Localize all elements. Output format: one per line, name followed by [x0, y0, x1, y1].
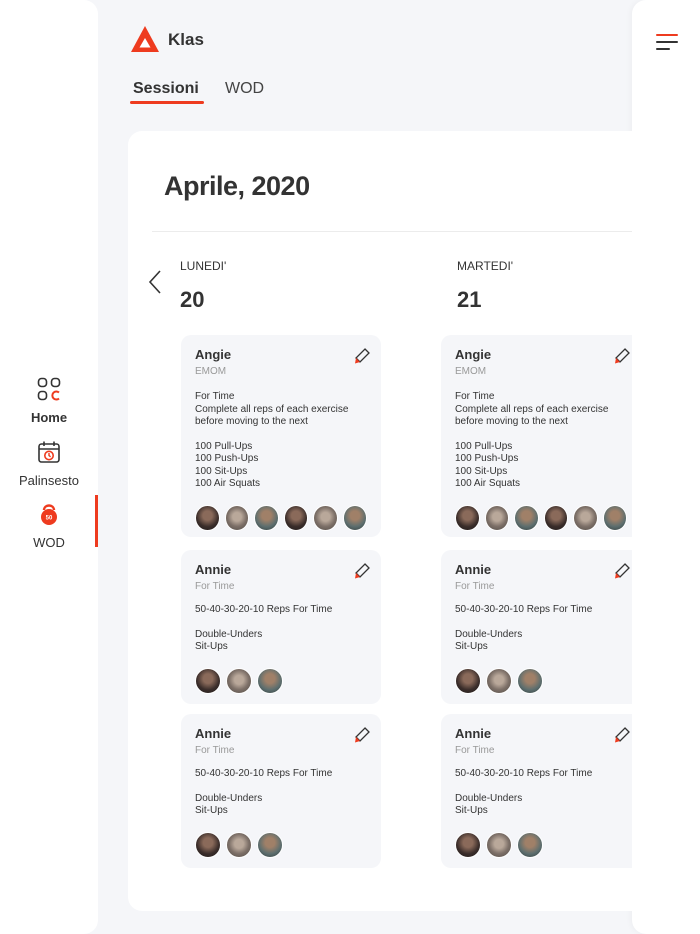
edit-pencil-icon[interactable]	[353, 562, 371, 585]
avatar	[455, 504, 480, 531]
avatar	[226, 831, 252, 858]
wod-exercises: 100 Pull-Ups 100 Push-Ups 100 Sit-Ups 10…	[195, 440, 261, 490]
avatar	[257, 831, 283, 858]
avatar	[224, 504, 249, 531]
wod-exercises: Double-Unders Sit-Ups	[195, 628, 263, 653]
avatar	[342, 504, 367, 531]
svg-text:50: 50	[46, 516, 53, 522]
wod-card[interactable]: Annie For Time 50-40-30-20-10 Reps For T…	[181, 550, 381, 704]
nav-wod[interactable]: 50 WOD	[0, 502, 98, 550]
participant-avatars	[455, 667, 627, 694]
participant-avatars	[455, 831, 627, 858]
avatar	[226, 667, 252, 694]
wod-description: 50-40-30-20-10 Reps For Time	[455, 604, 593, 615]
wod-card[interactable]: Annie For Time 50-40-30-20-10 Reps For T…	[441, 550, 632, 704]
divider	[152, 231, 632, 232]
participant-avatars	[195, 831, 367, 858]
kettlebell-icon: 50	[38, 502, 60, 531]
avatar	[517, 831, 543, 858]
wod-title: Annie	[455, 562, 492, 577]
edit-pencil-icon[interactable]	[613, 726, 631, 749]
avatar	[313, 504, 338, 531]
wod-card[interactable]: Angie EMOM For Time Complete all reps of…	[441, 335, 632, 537]
edit-pencil-icon[interactable]	[613, 347, 631, 370]
wod-card[interactable]: Angie EMOM For Time Complete all reps of…	[181, 335, 381, 537]
active-tab-underline	[130, 101, 204, 104]
wod-exercises: Double-Unders Sit-Ups	[455, 628, 523, 653]
day-column-monday: LUNEDI' 20	[180, 259, 226, 313]
avatar	[455, 667, 481, 694]
wod-type: For Time	[455, 581, 495, 592]
avatar	[195, 504, 220, 531]
day-name: LUNEDI'	[180, 259, 227, 273]
day-column-tuesday: MARTEDI' 21	[457, 259, 513, 313]
nav-palinsesto-label: Palinsesto	[19, 473, 79, 488]
wod-exercises: Double-Unders Sit-Ups	[195, 792, 263, 817]
tab-sessioni[interactable]: Sessioni	[133, 80, 199, 98]
nav-home[interactable]: Home	[0, 377, 98, 425]
wod-title: Angie	[455, 347, 492, 362]
wod-type: For Time	[195, 581, 235, 592]
avatar	[195, 831, 221, 858]
avatar	[484, 504, 509, 531]
wod-exercises: Double-Unders Sit-Ups	[455, 792, 523, 817]
wod-card[interactable]: Annie For Time 50-40-30-20-10 Reps For T…	[181, 714, 381, 868]
home-grid-icon	[37, 377, 61, 406]
avatar	[486, 667, 512, 694]
right-panel	[632, 0, 700, 934]
wod-card[interactable]: Annie For Time 50-40-30-20-10 Reps For T…	[441, 714, 632, 868]
logo-icon	[130, 24, 160, 59]
avatar	[517, 667, 543, 694]
wod-description: 50-40-30-20-10 Reps For Time	[195, 604, 333, 615]
avatar	[195, 667, 221, 694]
participant-avatars	[195, 667, 367, 694]
avatar	[573, 504, 598, 531]
wod-exercises: 100 Pull-Ups 100 Push-Ups 100 Sit-Ups 10…	[455, 440, 521, 490]
nav-wod-label: WOD	[33, 535, 65, 550]
chevron-left-icon[interactable]	[148, 269, 162, 300]
wod-type: EMOM	[455, 366, 487, 377]
active-indicator	[95, 495, 98, 547]
wod-type: For Time	[195, 745, 235, 756]
avatar	[455, 831, 481, 858]
edit-pencil-icon[interactable]	[353, 726, 371, 749]
day-name: MARTEDI'	[457, 259, 514, 273]
avatar	[486, 831, 512, 858]
wod-type: EMOM	[195, 366, 227, 377]
avatar	[602, 504, 627, 531]
calendar-card: Aprile, 2020 LUNEDI' 20 MARTEDI' 21 Angi…	[128, 131, 632, 911]
edit-pencil-icon[interactable]	[353, 347, 371, 370]
menu-icon[interactable]	[656, 34, 678, 55]
participant-avatars	[455, 504, 627, 531]
wod-title: Annie	[455, 726, 492, 741]
wod-title: Annie	[195, 562, 232, 577]
brand-name: Klas	[168, 30, 204, 49]
wod-description: For Time Complete all reps of each exerc…	[455, 391, 609, 427]
calendar-icon	[37, 440, 61, 469]
day-number: 20	[180, 287, 205, 312]
nav-home-label: Home	[30, 410, 68, 425]
wod-title: Angie	[195, 347, 232, 362]
avatar	[254, 504, 279, 531]
wod-description: For Time Complete all reps of each exerc…	[195, 391, 349, 427]
nav-palinsesto[interactable]: Palinsesto	[0, 440, 98, 488]
month-title: Aprile, 2020	[164, 171, 310, 201]
wod-title: Annie	[195, 726, 232, 741]
avatar	[514, 504, 539, 531]
participant-avatars	[195, 504, 367, 531]
avatar	[257, 667, 283, 694]
avatar	[543, 504, 568, 531]
avatar	[283, 504, 308, 531]
wod-description: 50-40-30-20-10 Reps For Time	[455, 768, 593, 779]
wod-description: 50-40-30-20-10 Reps For Time	[195, 768, 333, 779]
day-number: 21	[457, 287, 482, 312]
tab-wod[interactable]: WOD	[225, 80, 264, 98]
wod-type: For Time	[455, 745, 495, 756]
sidebar: Home Palinsesto 50 WOD	[0, 0, 98, 934]
edit-pencil-icon[interactable]	[613, 562, 631, 585]
